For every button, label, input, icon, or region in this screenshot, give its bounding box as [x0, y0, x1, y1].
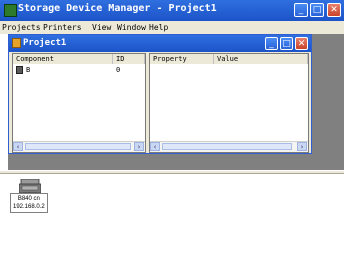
property-list[interactable]: Property Value ‹ › [149, 53, 309, 153]
menu-view[interactable]: View [92, 23, 111, 32]
mdi-workspace: Project1 _ □ ✕ Component ID B 0 ‹ › Prop… [8, 34, 344, 170]
menu-projects[interactable]: Projects [2, 23, 41, 32]
component-id: 0 [116, 66, 121, 74]
table-row[interactable]: B 0 [15, 66, 143, 75]
scroll-right-icon: › [300, 143, 304, 151]
maximize-icon: □ [312, 5, 322, 15]
child-minimize-button[interactable]: _ [265, 37, 278, 50]
scroll-right-button[interactable]: › [134, 142, 144, 151]
scroll-thumb[interactable] [162, 143, 292, 150]
project-window[interactable]: Project1 _ □ ✕ Component ID B 0 ‹ › Prop… [8, 34, 312, 154]
property-hscrollbar[interactable]: ‹ › [150, 141, 308, 152]
column-header-id[interactable]: ID [113, 54, 145, 64]
maximize-button[interactable]: □ [310, 3, 324, 17]
minimize-button[interactable]: _ [294, 3, 308, 17]
scroll-right-button[interactable]: › [297, 142, 307, 151]
close-icon: ✕ [330, 5, 338, 15]
close-icon: ✕ [297, 39, 306, 49]
app-icon [4, 4, 17, 17]
column-header-component[interactable]: Component [13, 54, 113, 64]
component-list[interactable]: Component ID B 0 ‹ › [12, 53, 146, 153]
scroll-left-button[interactable]: ‹ [13, 142, 23, 151]
child-close-button[interactable]: ✕ [295, 37, 308, 50]
component-name: B [26, 66, 31, 74]
scroll-left-icon: ‹ [153, 143, 157, 151]
minimize-icon: _ [298, 5, 304, 15]
maximize-icon: □ [282, 39, 291, 49]
scroll-thumb[interactable] [25, 143, 131, 150]
menu-window[interactable]: Window [117, 23, 146, 32]
menu-printers[interactable]: Printers [43, 23, 82, 32]
column-header-property[interactable]: Property [150, 54, 214, 64]
menu-help[interactable]: Help [149, 23, 168, 32]
child-maximize-button[interactable]: □ [280, 37, 293, 50]
folder-icon [12, 38, 21, 48]
component-hscrollbar[interactable]: ‹ › [13, 141, 145, 152]
device-ip: 192.168.0.2 [13, 204, 45, 210]
project-window-title: Project1 [23, 38, 67, 48]
minimize-icon: _ [269, 39, 274, 49]
column-header-value[interactable]: Value [214, 54, 308, 64]
scroll-left-icon: ‹ [16, 143, 20, 151]
project-window-titlebar[interactable]: Project1 _ □ ✕ [9, 35, 311, 52]
app-titlebar[interactable]: Storage Device Manager - Project1 _ □ ✕ [0, 0, 344, 21]
scroll-right-icon: › [137, 143, 141, 151]
device-name: B840 cn [17, 196, 40, 202]
menubar: Projects Printers View Window Help [0, 21, 344, 34]
app-title: Storage Device Manager - Project1 [18, 3, 217, 14]
printer-icon [16, 66, 23, 74]
close-button[interactable]: ✕ [327, 3, 341, 17]
device-label: B840 cn 192.168.0.2 [10, 193, 48, 213]
scroll-left-button[interactable]: ‹ [150, 142, 160, 151]
